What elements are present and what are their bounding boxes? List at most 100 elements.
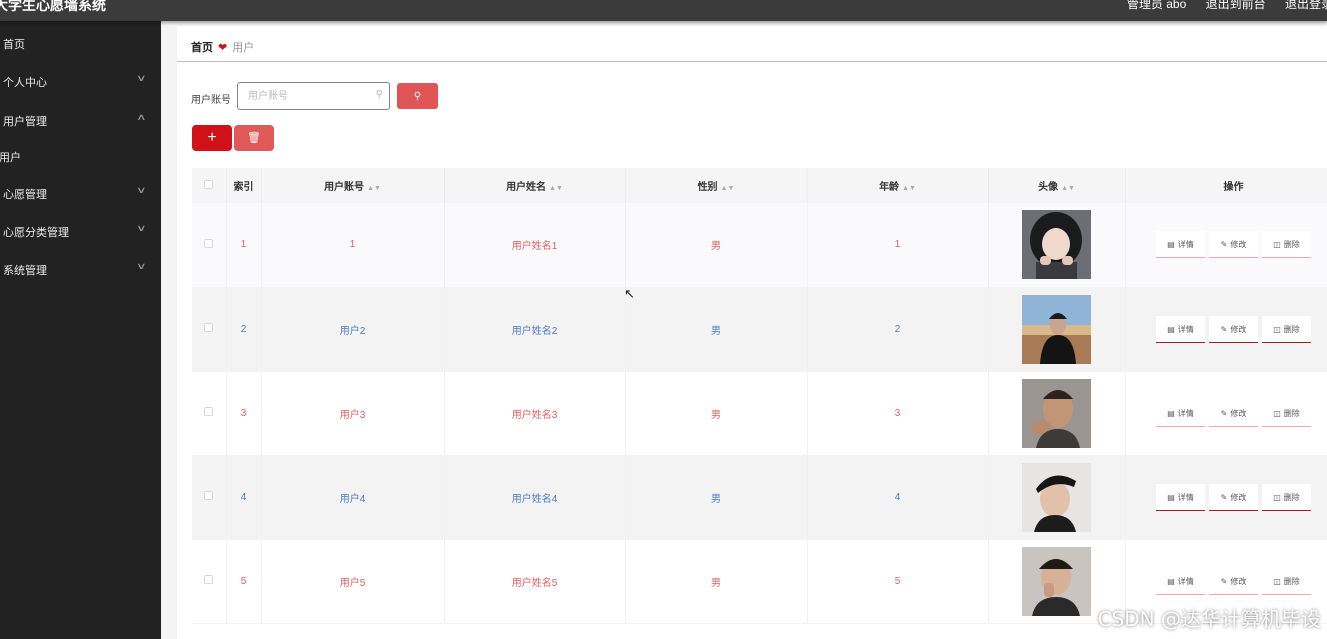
user-table: 索引 用户账号 ▲▼ 用户姓名 ▲▼ 性别 ▲▼ 年龄 ▲▼ 头像 ▲▼ 操作 1 1 用… — [192, 168, 1327, 624]
sidebar-item-personal-center[interactable]: 个人中心 ∨ — [0, 71, 161, 91]
cell-name: 用户姓名2 — [444, 287, 626, 372]
cell-gender: 男 — [625, 455, 808, 540]
cell-age: 5 — [807, 539, 989, 624]
column-header-gender[interactable]: 性别 ▲▼ — [625, 168, 808, 203]
cell-index: 3 — [226, 371, 262, 456]
search-input[interactable] — [248, 84, 373, 108]
breadcrumb-divider — [177, 61, 1327, 62]
cell-age: 3 — [807, 371, 989, 456]
avatar-image[interactable] — [1022, 294, 1091, 364]
batch-delete-button[interactable]: 🗑 — [234, 125, 274, 151]
column-header-index: 索引 — [226, 168, 262, 203]
cell-index: 2 — [226, 287, 262, 372]
edit-button[interactable]: ✎ 修改 — [1209, 567, 1258, 595]
table-row: 2 用户2 用户姓名2 男 2 ▤ 详情 ✎ 修改 ◫ 删除 — [192, 287, 1327, 372]
cell-account: 用户2 — [261, 287, 445, 372]
cell-gender: 男 — [625, 203, 808, 288]
document-icon: ▤ — [1167, 576, 1175, 586]
sort-caret-icon[interactable]: ▲▼ — [902, 185, 916, 192]
cell-gender: 男 — [625, 287, 808, 372]
cell-name: 用户姓名1 — [444, 203, 626, 288]
avatar-image[interactable] — [1022, 378, 1091, 448]
sort-caret-icon[interactable]: ▲▼ — [367, 185, 381, 192]
column-header-name[interactable]: 用户姓名 ▲▼ — [444, 168, 626, 203]
edit-button[interactable]: ✎ 修改 — [1209, 315, 1258, 343]
row-checkbox[interactable] — [192, 203, 227, 288]
pencil-icon: ✎ — [1220, 576, 1228, 586]
sort-caret-icon[interactable]: ▲▼ — [721, 185, 735, 192]
sort-caret-icon[interactable]: ▲▼ — [1061, 185, 1075, 192]
sidebar-item-wish-category[interactable]: 心愿分类管理 ∨ — [0, 221, 161, 241]
row-checkbox[interactable] — [192, 371, 227, 456]
cell-age: 2 — [807, 287, 989, 372]
content-card: 首页 ❤ 用户 用户账号 ⚲ ⚲ + 🗑 索引 用户账号▲▼ 用户姓名▲▼ 性别▲▼ — [177, 26, 1327, 639]
top-header: 大学生心愿墙系统 管理员 abo 退出到前台 退出登录 — [0, 0, 1327, 21]
edit-button[interactable]: ✎ 修改 — [1209, 231, 1258, 259]
app-title: 大学生心愿墙系统 — [0, 0, 106, 13]
edit-button[interactable]: ✎ 修改 — [1209, 483, 1258, 511]
plus-icon: + — [207, 129, 217, 146]
detail-button[interactable]: ▤ 详情 — [1156, 315, 1205, 343]
admin-user-label[interactable]: 管理员 abo — [1127, 0, 1186, 11]
document-icon: ▤ — [1167, 240, 1175, 250]
detail-button[interactable]: ▤ 详情 — [1156, 231, 1205, 259]
detail-button[interactable]: ▤ 详情 — [1156, 567, 1205, 595]
cell-account: 用户4 — [261, 455, 445, 540]
pencil-icon: ✎ — [1220, 408, 1228, 418]
header-links: 管理员 abo 退出到前台 退出登录 — [1111, 0, 1327, 12]
delete-button[interactable]: ◫ 删除 — [1262, 399, 1311, 427]
chevron-up-icon: ∧ — [136, 112, 147, 122]
search-label: 用户账号 — [191, 95, 231, 106]
avatar-image[interactable] — [1022, 462, 1091, 532]
detail-button[interactable]: ▤ 详情 — [1156, 483, 1205, 511]
search-field[interactable]: ⚲ — [237, 82, 390, 110]
mouse-cursor-icon: ↖ — [624, 286, 635, 301]
breadcrumb-home[interactable]: 首页 — [191, 42, 213, 54]
avatar-image[interactable] — [1022, 210, 1091, 280]
search-button[interactable]: ⚲ — [397, 83, 438, 109]
avatar-image[interactable] — [1022, 546, 1091, 616]
cell-actions: ▤ 详情 ✎ 修改 ◫ 删除 — [1125, 371, 1327, 456]
cell-account: 用户3 — [261, 371, 445, 456]
delete-button[interactable]: ◫ 删除 — [1262, 231, 1311, 259]
back-to-frontend-link[interactable]: 退出到前台 — [1206, 0, 1266, 11]
search-icon: ⚲ — [413, 90, 422, 102]
edit-button[interactable]: ✎ 修改 — [1209, 399, 1258, 427]
sidebar-item-user-management[interactable]: 用户管理 ∧ — [0, 110, 161, 130]
pencil-icon: ✎ — [1220, 240, 1228, 250]
delete-button[interactable]: ◫ 删除 — [1262, 483, 1311, 511]
sidebar-item-home[interactable]: 首页 — [0, 33, 161, 53]
chevron-down-icon: ∨ — [136, 261, 147, 271]
row-checkbox[interactable] — [192, 539, 227, 624]
column-header-age[interactable]: 年龄 ▲▼ — [807, 168, 989, 203]
detail-button[interactable]: ▤ 详情 — [1156, 399, 1205, 427]
search-icon: ⚲ — [375, 89, 383, 100]
sidebar-item-system-management[interactable]: 系统管理 ∨ — [0, 259, 161, 279]
row-checkbox[interactable] — [192, 455, 227, 540]
logout-link[interactable]: 退出登录 — [1285, 0, 1327, 11]
trash-icon: ◫ — [1273, 240, 1281, 250]
delete-button[interactable]: ◫ 删除 — [1262, 315, 1311, 343]
add-button[interactable]: + — [192, 125, 232, 151]
watermark: CSDN @达华计算机毕设 — [1097, 607, 1321, 631]
sidebar-item-users[interactable]: 用户 — [0, 146, 161, 166]
main-content: 首页 ❤ 用户 用户账号 ⚲ ⚲ + 🗑 索引 用户账号▲▼ 用户姓名▲▼ 性别▲▼ — [161, 21, 1327, 639]
trash-icon: ◫ — [1273, 408, 1281, 418]
cell-name: 用户姓名3 — [444, 371, 626, 456]
cell-index: 4 — [226, 455, 262, 540]
sidebar-item-wish-management[interactable]: 心愿管理 ∨ — [0, 183, 161, 203]
document-icon: ▤ — [1167, 324, 1175, 334]
select-all-checkbox[interactable] — [192, 168, 227, 203]
trash-icon: ◫ — [1273, 492, 1281, 502]
document-icon: ▤ — [1167, 492, 1175, 502]
delete-button[interactable]: ◫ 删除 — [1262, 567, 1311, 595]
row-checkbox[interactable] — [192, 287, 227, 372]
column-header-actions: 操作 — [1125, 168, 1327, 203]
column-header-account[interactable]: 用户账号 ▲▼ — [261, 168, 445, 203]
sort-caret-icon[interactable]: ▲▼ — [549, 185, 563, 192]
cell-gender: 男 — [625, 539, 808, 624]
cell-actions: ▤ 详情 ✎ 修改 ◫ 删除 — [1125, 287, 1327, 372]
chevron-down-icon: ∨ — [136, 73, 147, 83]
table-header-row: 索引 用户账号 ▲▼ 用户姓名 ▲▼ 性别 ▲▼ 年龄 ▲▼ 头像 ▲▼ 操作 — [192, 168, 1327, 203]
column-header-avatar[interactable]: 头像 ▲▼ — [988, 168, 1126, 203]
